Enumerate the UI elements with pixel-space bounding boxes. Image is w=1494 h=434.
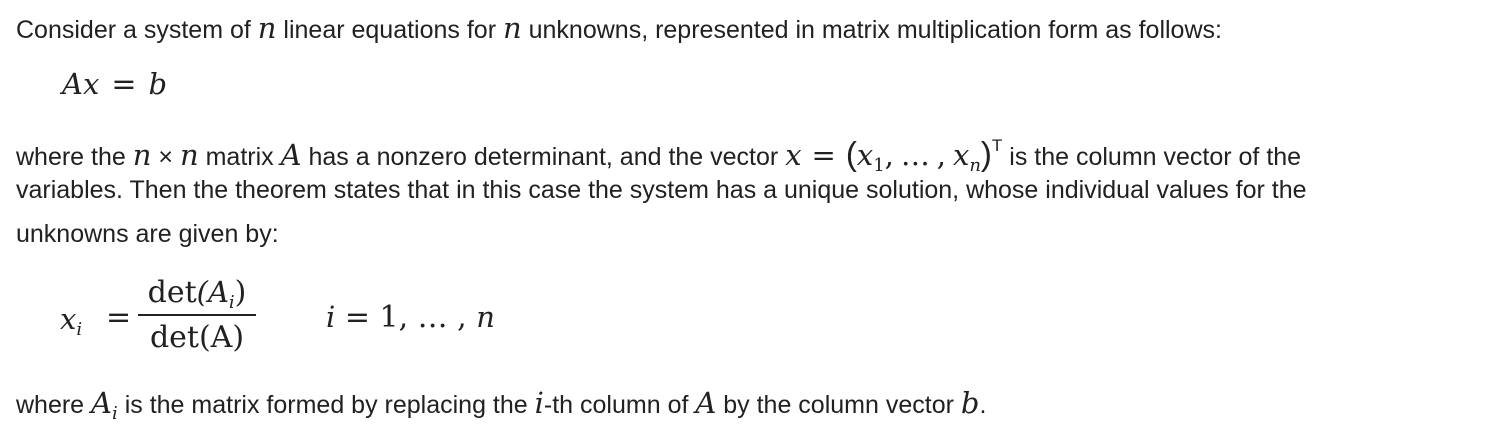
var-x: x <box>785 138 802 172</box>
cramer-fraction: det(Ai) det(A) <box>138 272 256 358</box>
comma: , <box>936 138 947 172</box>
det-fn: det <box>147 275 197 310</box>
closing-text-1: where <box>16 391 92 419</box>
closing-text-2: is the matrix formed by replacing the <box>117 391 535 419</box>
ellipsis: … <box>900 138 930 172</box>
var-A: A <box>91 386 112 420</box>
var-i: i <box>534 386 544 420</box>
desc-text-3: has a nonzero determinant, and the vecto… <box>301 143 786 171</box>
description-line-1: where the n × n matrix A has a nonzero d… <box>16 131 1301 181</box>
num-close-paren: ) <box>234 275 247 310</box>
subscript-i: i <box>76 319 83 340</box>
var-A: A <box>280 138 302 172</box>
equals-symbol: = <box>811 138 836 172</box>
var-n: n <box>502 11 522 45</box>
fraction-bar <box>138 314 256 316</box>
desc-text-2: matrix <box>198 143 281 171</box>
description-line-2: variables. Then the theorem states that … <box>16 176 1307 204</box>
equation-ax-b: Ax = b <box>62 67 167 102</box>
subscript-n: n <box>969 155 981 176</box>
transpose-superscript: T <box>991 136 1003 155</box>
var-n: n <box>179 138 199 172</box>
eq1-equals: = <box>111 67 137 102</box>
eq2-equals: = <box>106 300 132 335</box>
intro-text-1: Consider a system of <box>16 16 258 44</box>
desc-text-1: where the <box>16 143 133 171</box>
closing-line: where Ai is the matrix formed by replaci… <box>16 388 986 429</box>
num-arg: (A <box>196 275 229 309</box>
var-x: x <box>60 302 77 336</box>
var-i: i <box>326 300 336 334</box>
var-n: n <box>476 300 495 334</box>
comma: , <box>884 138 894 172</box>
closing-text-5: . <box>979 391 987 419</box>
var-A: A <box>695 386 717 420</box>
var-n: n <box>257 11 277 45</box>
closing-text-4: by the column vector <box>716 391 961 419</box>
eq1-rhs: b <box>148 67 168 101</box>
left-paren: ( <box>845 135 857 172</box>
closing-text-3: -th column of <box>543 391 696 419</box>
eq1-lhs: Ax <box>62 67 100 101</box>
desc-text-4: is the column vector of the <box>1002 143 1302 171</box>
fraction-denominator: det(A) <box>149 320 245 355</box>
description-line-3: unknowns are given by: <box>16 220 279 248</box>
eq2-lhs: xi <box>60 302 82 340</box>
var-n: n <box>132 138 152 172</box>
var-xn: x <box>952 138 970 172</box>
subscript-1: 1 <box>873 155 885 176</box>
intro-text-2: linear equations for <box>276 16 503 44</box>
range-values: = 1, … , <box>335 300 477 335</box>
index-range: i = 1, … , n <box>326 300 495 335</box>
times-symbol: × <box>158 143 173 171</box>
intro-line: Consider a system of n linear equations … <box>16 13 1222 45</box>
intro-text-3: unknowns, represented in matrix multipli… <box>521 16 1222 44</box>
fraction-numerator: det(Ai) <box>138 272 256 313</box>
right-paren: ) <box>980 135 992 172</box>
var-x1: x <box>856 138 874 172</box>
var-b: b <box>960 386 980 420</box>
